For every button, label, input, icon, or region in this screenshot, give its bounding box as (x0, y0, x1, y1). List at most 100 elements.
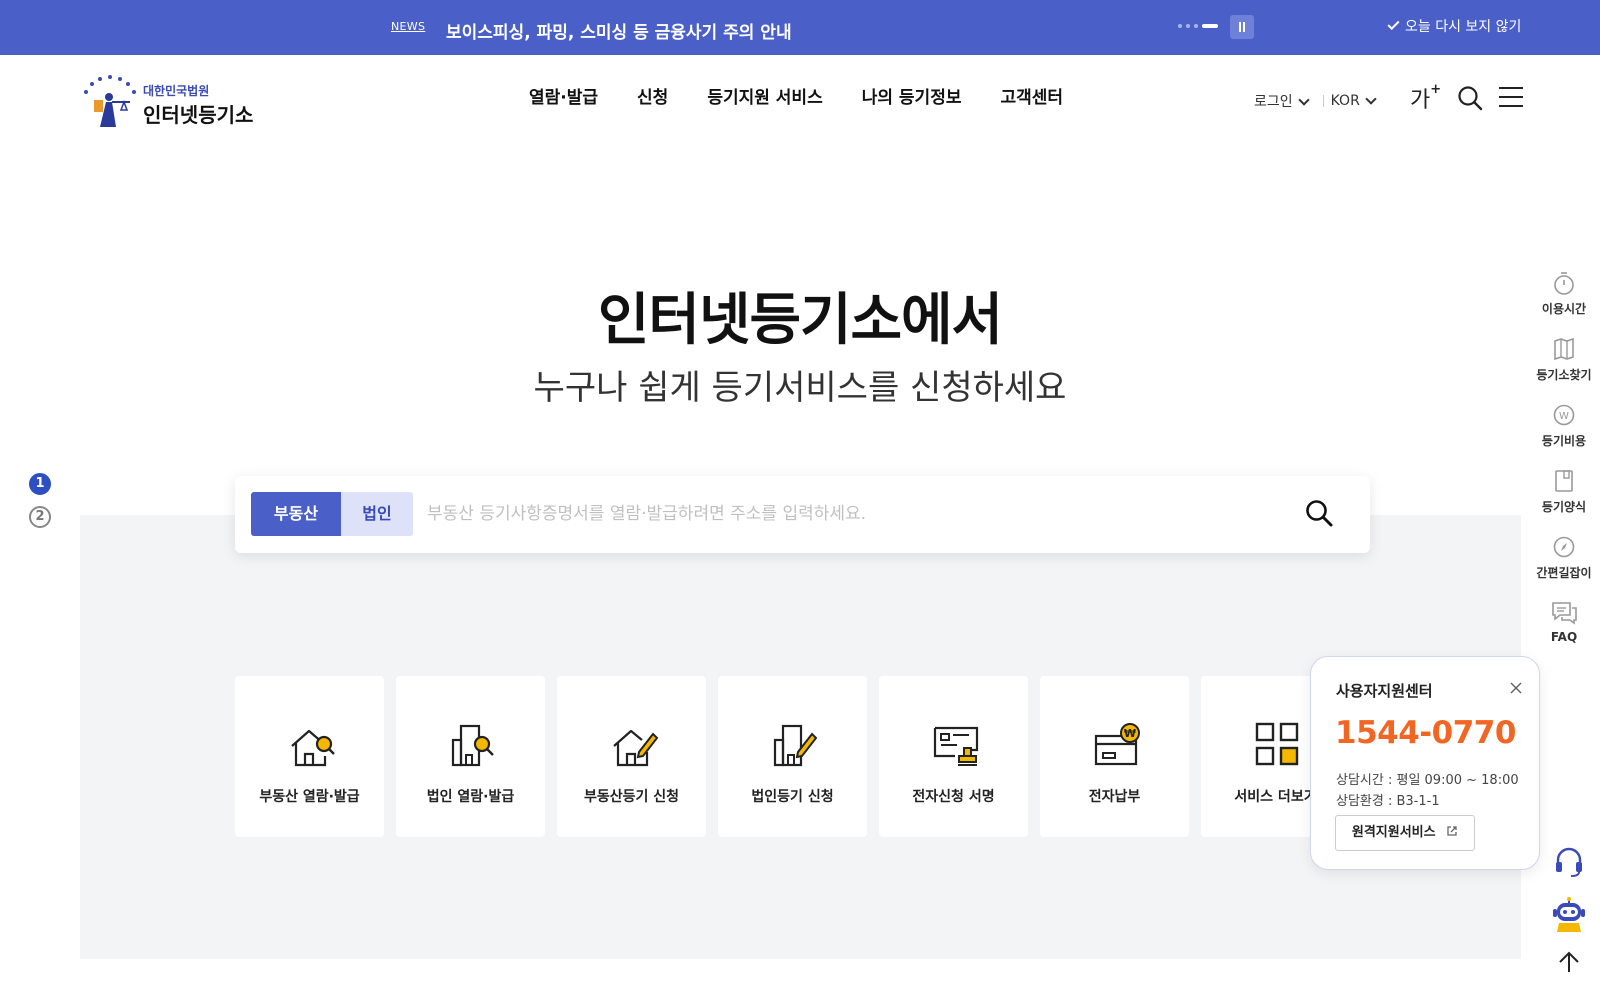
building-search-icon (451, 724, 494, 767)
site-logo[interactable]: 대한민국법원 인터넷등기소 (80, 72, 260, 132)
font-size-button[interactable]: 가+ (1410, 82, 1441, 114)
hero-subtitle: 누구나 쉽게 등기서비스를 신청하세요 (533, 368, 1067, 408)
language-dropdown[interactable]: KOR (1331, 93, 1383, 109)
quick-item-faq[interactable]: FAQ (1528, 600, 1600, 666)
login-label: 로그인 (1254, 94, 1293, 110)
arrow-up-icon[interactable] (1557, 950, 1581, 974)
chevron-down-icon (1365, 93, 1377, 105)
chatbot-icon[interactable] (1551, 896, 1587, 934)
card-label: 부동산 열람·발급 (259, 789, 360, 805)
chat-bubble-icon (1552, 602, 1577, 625)
card-label: 서비스 더보기 (1234, 789, 1310, 805)
news-headline-link[interactable]: 보이스피싱, 파밍, 스미싱 등 금융사기 주의 안내 (446, 18, 792, 43)
court-emblem-icon (84, 75, 136, 127)
won-coin-icon: W (1553, 404, 1575, 426)
font-size-label: 가 (1410, 88, 1431, 113)
house-search-icon (291, 729, 335, 767)
font-size-plus: + (1430, 81, 1442, 97)
news-dot[interactable] (1178, 24, 1182, 28)
search-icon (1306, 499, 1333, 526)
document-icon (1555, 470, 1573, 492)
chevron-down-icon (1297, 94, 1310, 106)
card-label: 부동산등기 신청 (583, 789, 680, 805)
news-dot-active[interactable] (1202, 24, 1218, 28)
stopwatch-icon (1554, 272, 1574, 295)
quick-menu: 이용시간 등기소찾기 W 등기비용 등기양식 간편길잡이 FAQ (1528, 270, 1600, 666)
card-corporation-view[interactable]: 법인 열람·발급 (396, 676, 545, 837)
certificate-sign-icon (933, 726, 979, 766)
nav-my-info[interactable]: 나의 등기정보 (862, 83, 962, 108)
svg-text:W: W (1559, 411, 1569, 422)
card-label: 법인 열람·발급 (426, 789, 515, 805)
quick-item-guide[interactable]: 간편길잡이 (1528, 534, 1600, 600)
support-center-popup: 사용자지원센터 1544-0770 상담시간 : 평일 09:00 ~ 18:0… (1310, 656, 1540, 870)
nav-support-service[interactable]: 등기지원 서비스 (707, 83, 822, 108)
utility-menu: 로그인 KOR (1254, 91, 1383, 111)
support-hours: 상담시간 : 평일 09:00 ~ 18:00 (1336, 773, 1519, 788)
support-title: 사용자지원센터 (1336, 682, 1433, 700)
language-label: KOR (1330, 93, 1360, 109)
house-pen-icon (613, 729, 659, 767)
search-box: 부동산 법인 (235, 476, 1370, 553)
section-pager: 1 2 (29, 473, 51, 539)
quick-item-hours[interactable]: 이용시간 (1528, 270, 1600, 336)
news-dot[interactable] (1194, 24, 1198, 28)
nav-view-issue[interactable]: 열람·발급 (529, 83, 598, 108)
card-label: 법인등기 신청 (751, 789, 834, 805)
card-e-payment[interactable]: ₩ 전자납부 (1040, 676, 1189, 837)
won-card-icon: ₩ (1094, 723, 1140, 766)
card-real-estate-view[interactable]: 부동산 열람·발급 (235, 676, 384, 837)
tab-real-estate[interactable]: 부동산 (251, 492, 341, 536)
quick-item-label: 간편길잡이 (1536, 566, 1592, 580)
card-real-estate-apply[interactable]: 부동산등기 신청 (557, 676, 706, 837)
compass-icon (1553, 536, 1575, 558)
remote-support-label: 원격지원서비스 (1351, 825, 1436, 840)
news-indicator (1178, 24, 1218, 28)
external-link-icon (1447, 826, 1457, 836)
main-nav: 열람·발급 신청 등기지원 서비스 나의 등기정보 고객센터 (529, 83, 1063, 108)
login-dropdown[interactable]: 로그인 (1254, 91, 1316, 111)
search-submit-button[interactable] (1299, 496, 1339, 532)
card-e-signature[interactable]: 전자신청 서명 (879, 676, 1028, 837)
tab-corporation[interactable]: 법인 (341, 492, 413, 536)
quick-item-find-office[interactable]: 등기소찾기 (1528, 336, 1600, 402)
logo-title: 인터넷등기소 (143, 103, 254, 127)
news-dot[interactable] (1186, 24, 1190, 28)
logo-subtitle: 대한민국법원 (143, 84, 210, 98)
nav-customer-center[interactable]: 고객센터 (1000, 83, 1063, 108)
quick-item-label: 등기양식 (1541, 500, 1587, 514)
quick-item-forms[interactable]: 등기양식 (1528, 468, 1600, 534)
svg-text:₩: ₩ (1124, 727, 1136, 740)
nav-apply[interactable]: 신청 (637, 83, 668, 108)
grid-icon (1255, 722, 1299, 766)
quick-item-label: FAQ (1550, 630, 1578, 644)
dismiss-today-button[interactable]: 오늘 다시 보지 않기 (1387, 16, 1522, 36)
card-corporation-apply[interactable]: 법인등기 신청 (718, 676, 867, 837)
dismiss-label: 오늘 다시 보지 않기 (1405, 19, 1522, 35)
card-label: 전자납부 (1088, 789, 1141, 805)
support-phone[interactable]: 1544-0770 (1335, 715, 1516, 751)
search-icon[interactable] (1457, 85, 1483, 111)
service-cards: 부동산 열람·발급 법인 열람·발급 부동산등기 신청 법인등기 신청 전자신청… (235, 676, 1310, 837)
check-icon (1387, 17, 1400, 31)
pager-item-2[interactable]: 2 (29, 506, 51, 528)
quick-item-label: 이용시간 (1541, 302, 1587, 316)
news-bar: NEWS 보이스피싱, 파밍, 스미싱 등 금융사기 주의 안내 오늘 다시 보… (0, 0, 1600, 55)
card-label: 전자신청 서명 (912, 789, 995, 805)
headset-icon[interactable] (1554, 846, 1584, 878)
divider (1322, 95, 1324, 107)
pager-item-1[interactable]: 1 (29, 473, 51, 495)
hero-title: 인터넷등기소에서 (597, 288, 1003, 353)
card-more-services[interactable]: 서비스 더보기 (1201, 676, 1310, 837)
quick-item-fees[interactable]: W 등기비용 (1528, 402, 1600, 468)
hamburger-menu-icon[interactable] (1499, 87, 1523, 114)
quick-item-label: 등기소찾기 (1536, 368, 1592, 382)
map-book-icon (1554, 337, 1574, 361)
news-tag: NEWS (391, 20, 426, 33)
close-icon[interactable] (1509, 681, 1523, 695)
remote-support-button[interactable]: 원격지원서비스 (1335, 815, 1475, 851)
pause-button[interactable] (1230, 15, 1254, 39)
building-pen-icon (773, 724, 818, 767)
address-search-input[interactable] (427, 492, 1287, 536)
support-env: 상담환경 : B3-1-1 (1336, 794, 1440, 809)
